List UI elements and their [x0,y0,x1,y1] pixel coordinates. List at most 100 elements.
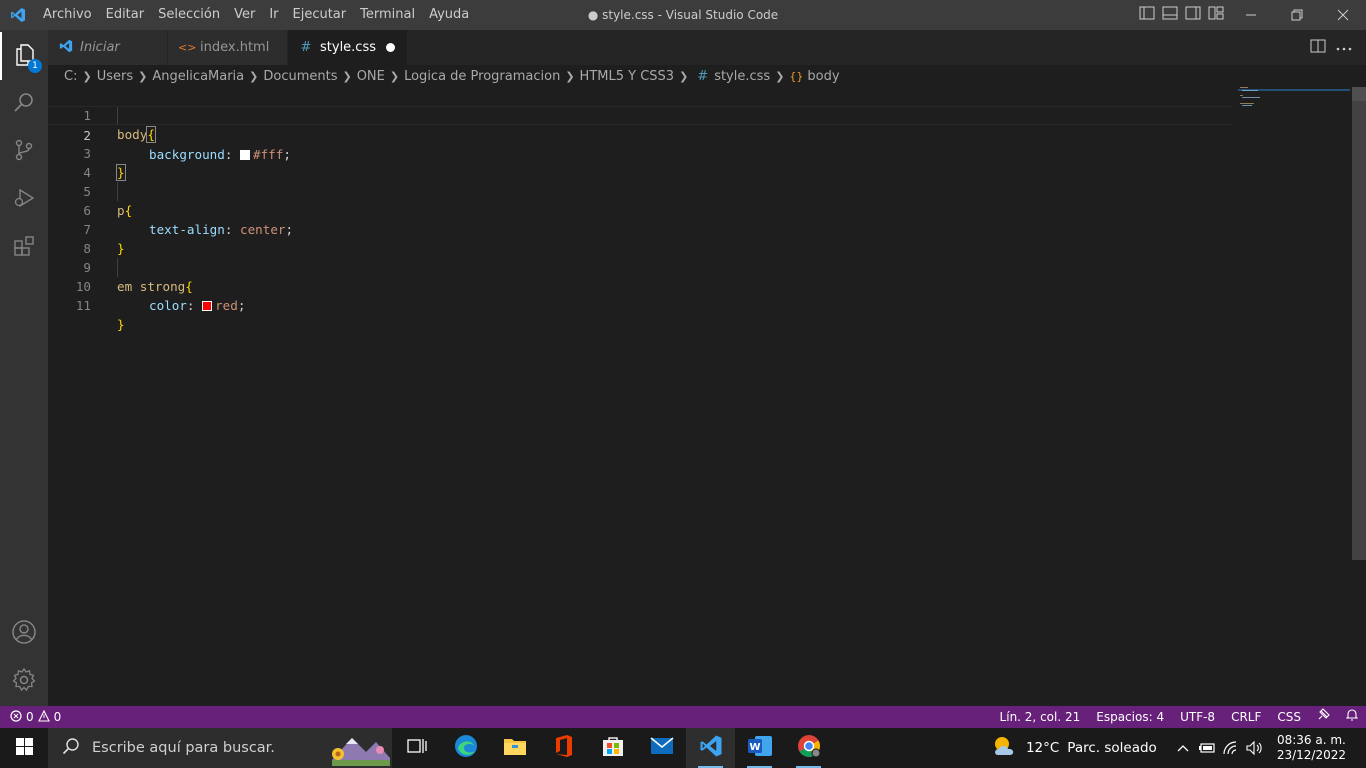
menu-bar: Archivo Editar Selección Ver Ir Ejecutar… [36,0,476,30]
breadcrumb-item[interactable]: Documents [263,69,337,84]
bell-icon[interactable] [1338,706,1366,728]
search-button[interactable] [0,80,48,128]
source-control-button[interactable] [0,128,48,176]
menu-ver[interactable]: Ver [227,0,262,30]
breadcrumb-file[interactable]: style.css [714,69,770,84]
encoding[interactable]: UTF-8 [1172,706,1223,728]
svg-text:W: W [749,742,760,753]
taskbar-vscode[interactable] [686,728,735,768]
manage-button[interactable] [0,658,48,706]
feedback-icon[interactable] [1309,706,1338,728]
start-button[interactable] [0,728,48,768]
error-count: 0 [26,710,34,724]
error-icon [10,709,22,725]
breadcrumb-item[interactable]: AngelicaMaria [152,69,244,84]
breadcrumb-item[interactable]: Logica de Programacion [404,69,560,84]
close-window-button[interactable] [1320,0,1366,30]
more-actions-icon[interactable] [1336,40,1352,55]
code-line: 8 [48,220,1232,256]
split-editor-icon[interactable] [1310,39,1326,57]
battery-icon[interactable] [1195,742,1219,754]
menu-ayuda[interactable]: Ayuda [422,0,476,30]
line-ending[interactable]: CRLF [1223,706,1269,728]
chevron-right-icon: ❯ [82,69,92,83]
title-bar: Archivo Editar Selección Ver Ir Ejecutar… [0,0,1366,30]
taskbar-word[interactable]: W [735,728,784,768]
explorer-button[interactable]: 1 [0,32,48,80]
breadcrumb-item[interactable]: C: [64,69,77,84]
colon: : [186,298,203,313]
menu-seleccion[interactable]: Selección [151,0,227,30]
source-control-icon [12,138,36,166]
code-editor[interactable]: 1 body{ 2 background: #fff; 3 } 4 5 p{ 6… [48,87,1366,706]
system-tray: 12°C Parc. soleado 08:36 a. m. 23/12/202… [992,728,1366,768]
taskbar-store[interactable] [588,728,637,768]
menu-ejecutar[interactable]: Ejecutar [286,0,354,30]
tab-style-css[interactable]: # style.css [288,30,408,65]
toggle-secondary-sidebar-icon[interactable] [1185,6,1201,24]
menu-ir[interactable]: Ir [262,0,285,30]
minimize-button[interactable] [1228,0,1274,30]
breadcrumb-symbol[interactable]: body [807,69,839,84]
window-controls [1228,0,1366,30]
taskbar-search[interactable]: Escribe aquí para buscar. [48,728,392,768]
taskbar-edge[interactable] [441,728,490,768]
run-debug-button[interactable] [0,176,48,224]
color-swatch[interactable] [202,301,213,311]
scrollbar-thumb[interactable] [1352,87,1366,101]
taskbar-office[interactable] [539,728,588,768]
word-icon: W [747,734,773,762]
volume-icon[interactable] [1243,741,1267,755]
breadcrumb-item[interactable]: ONE [357,69,385,84]
breadcrumb-item[interactable]: HTML5 Y CSS3 [580,69,675,84]
language-mode[interactable]: CSS [1269,706,1309,728]
clock-time: 08:36 a. m. [1276,733,1346,747]
chevron-right-icon: ❯ [249,69,259,83]
chevron-right-icon: ❯ [342,69,352,83]
vertical-scrollbar[interactable] [1352,87,1366,560]
indentation[interactable]: Espacios: 4 [1088,706,1172,728]
breadcrumb: C: ❯ Users ❯ AngelicaMaria ❯ Documents ❯ ONE… [48,65,1366,87]
search-placeholder: Escribe aquí para buscar. [92,740,275,756]
extensions-button[interactable] [0,224,48,272]
accounts-button[interactable] [0,610,48,658]
weather-description: Parc. soleado [1067,740,1157,756]
chevron-up-icon[interactable] [1171,744,1195,752]
minimap[interactable] [1238,87,1350,127]
vscode-logo-icon [0,0,36,30]
task-view-button[interactable] [392,728,441,768]
tab-index-html[interactable]: <> index.html [168,30,288,65]
restore-button[interactable] [1274,0,1320,30]
chevron-right-icon: ❯ [138,69,148,83]
taskbar-file-explorer[interactable] [490,728,539,768]
cursor-position[interactable]: Lín. 2, col. 21 [992,706,1089,728]
extensions-icon [12,234,36,262]
chevron-right-icon: ❯ [565,69,575,83]
problems-indicator[interactable]: 0 0 [0,709,61,725]
editor-actions [1310,30,1366,65]
menu-terminal[interactable]: Terminal [353,0,422,30]
taskbar-mail[interactable] [637,728,686,768]
wifi-icon[interactable] [1219,741,1243,755]
weather-widget[interactable]: 12°C Parc. soleado [992,734,1171,762]
office-icon [554,734,574,762]
store-icon [602,735,624,761]
code-line: 1 body{ [48,87,1232,143]
chevron-right-icon: ❯ [679,69,689,83]
windows-taskbar: Escribe aquí para buscar. W 12°C Parc. s… [0,728,1366,768]
css-property: color [149,298,187,313]
taskbar-chrome[interactable] [784,728,833,768]
css-file-icon: # [697,68,709,84]
tab-iniciar[interactable]: Iniciar [48,30,168,65]
gear-icon [11,667,37,697]
unsaved-changes-icon[interactable] [386,43,395,52]
toggle-panel-icon[interactable] [1162,6,1178,24]
menu-editar[interactable]: Editar [99,0,152,30]
breadcrumb-item[interactable]: Users [97,69,133,84]
search-highlight-image [318,730,390,766]
menu-archivo[interactable]: Archivo [36,0,99,30]
customize-layout-icon[interactable] [1208,6,1224,24]
clock[interactable]: 08:36 a. m. 23/12/2022 [1267,733,1356,763]
toggle-primary-sidebar-icon[interactable] [1139,6,1155,24]
code-line-current: 2 background: #fff; [48,106,1232,162]
